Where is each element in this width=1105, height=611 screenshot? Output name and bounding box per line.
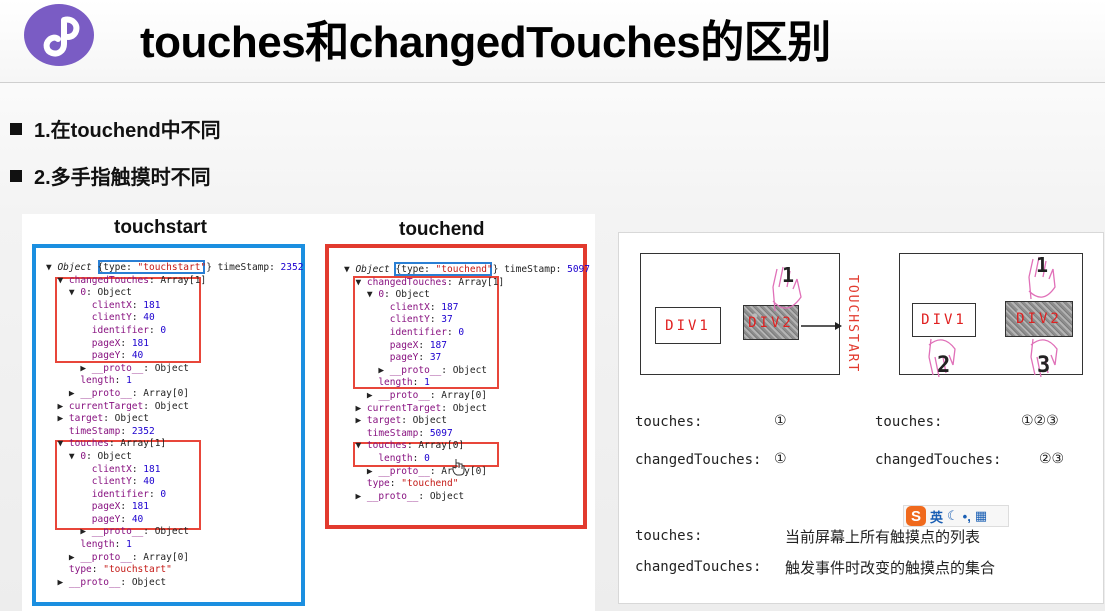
console-line: ▶ __proto__: Object bbox=[344, 490, 465, 502]
console-line: identifier: 0 bbox=[389, 326, 465, 338]
console-line: ▼ changedTouches: Array[1] bbox=[344, 276, 505, 288]
console-line: ▶ target: Object bbox=[344, 415, 447, 427]
definition-changedtouches-text: 触发事件时改变的触摸点的集合 bbox=[785, 560, 996, 577]
grid-menu-icon[interactable]: ▦ bbox=[975, 508, 987, 524]
console-line: ▶ __proto__: Array[0] bbox=[46, 551, 190, 563]
console-line: length: 0 bbox=[378, 452, 430, 464]
page-title: touches和changedTouches的区别 bbox=[140, 18, 831, 67]
console-line: ▼ touches: Array[1] bbox=[46, 438, 167, 450]
console-line: ▶ __proto__: Object bbox=[46, 576, 167, 588]
slide-header: touches和changedTouches的区别 bbox=[0, 0, 1105, 82]
changedtouches-label: changedTouches: bbox=[875, 452, 1002, 468]
console-line: pageX: 181 bbox=[91, 501, 149, 513]
finger-number: 3 bbox=[1037, 353, 1051, 378]
touches-label: touches: bbox=[635, 414, 703, 430]
finger-number: 1 bbox=[1036, 253, 1049, 277]
mini-program-logo-icon bbox=[24, 4, 94, 66]
touches-value: ①②③ bbox=[1021, 413, 1059, 429]
console-line: ▶ currentTarget: Object bbox=[344, 402, 488, 414]
console-line: timeStamp: 5097 bbox=[366, 427, 453, 439]
console-line: ▶ __proto__: Array[0] bbox=[344, 389, 488, 401]
touchstart-console-output: ▼ Object {type: "touchstart"} timeStamp:… bbox=[46, 262, 303, 589]
finger-number: 1 bbox=[782, 263, 795, 287]
bullet-text: 1.在touchend中不同 bbox=[34, 120, 221, 142]
console-line: ▶ __proto__: Array[0] bbox=[46, 387, 190, 399]
definition-changedtouches-label: changedTouches: bbox=[635, 559, 762, 575]
bullet-square-icon bbox=[10, 122, 22, 135]
console-line: clientY: 37 bbox=[389, 314, 453, 326]
punctuation-icon[interactable]: •, bbox=[963, 509, 971, 524]
console-line: clientX: 181 bbox=[91, 463, 161, 475]
console-line: ▼ Object {type: "touchstart"} timeStamp:… bbox=[46, 262, 304, 273]
console-line: ▼ 0: Object bbox=[46, 287, 132, 299]
ime-language-toggle[interactable]: 英 bbox=[930, 507, 943, 526]
touchend-console-output: ▼ Object {type: "touchend"} timeStamp: 5… bbox=[344, 264, 590, 503]
console-line: pageY: 37 bbox=[389, 352, 442, 364]
moon-icon[interactable]: ☾ bbox=[947, 508, 959, 524]
console-line: timeStamp: 2352 bbox=[68, 425, 155, 437]
console-line: identifier: 0 bbox=[91, 488, 167, 500]
console-line: ▼ changedTouches: Array[1] bbox=[46, 274, 207, 286]
console-line: pageX: 181 bbox=[91, 337, 149, 349]
touches-label: touches: bbox=[875, 414, 943, 430]
bullet-item: 1.在touchend中不同 bbox=[10, 114, 221, 143]
console-line: ▶ __proto__: Object bbox=[46, 362, 190, 374]
div1-box: DIV1 bbox=[912, 303, 976, 337]
arrow-right-icon bbox=[801, 322, 842, 330]
div1-box: DIV1 bbox=[655, 307, 721, 344]
console-line: identifier: 0 bbox=[91, 324, 167, 336]
console-line: ▶ __proto__: Object bbox=[46, 526, 190, 538]
touchstart-vertical-label: TOUCHSTART bbox=[845, 275, 860, 374]
console-line: length: 1 bbox=[80, 375, 132, 387]
console-line: ▶ __proto__: Object bbox=[344, 364, 488, 376]
console-line: ▶ currentTarget: Object bbox=[46, 400, 190, 412]
header-divider bbox=[0, 82, 1105, 83]
changedtouches-label: changedTouches: bbox=[635, 452, 762, 468]
console-line: clientY: 40 bbox=[91, 476, 155, 488]
console-line: ▶ __proto__: Array[0] bbox=[344, 465, 487, 477]
definition-touches-label: touches: bbox=[635, 528, 703, 544]
definition-touches-text: 当前屏幕上所有触摸点的列表 bbox=[785, 529, 981, 546]
bullet-item: 2.多手指触摸时不同 bbox=[10, 161, 211, 190]
console-line: ▼ 0: Object bbox=[344, 289, 430, 301]
console-line: ▼ Object {type: "touchend"} timeStamp: 5… bbox=[344, 264, 590, 275]
console-line: ▼ 0: Object bbox=[46, 450, 132, 462]
console-screenshot-panel: touchstart touchend ▼ Object {type: "tou… bbox=[22, 214, 595, 611]
touches-value: ① bbox=[774, 413, 787, 429]
console-line: length: 1 bbox=[80, 539, 132, 551]
changedtouches-value: ②③ bbox=[1039, 451, 1065, 467]
bullet-square-icon bbox=[10, 169, 22, 182]
console-line: ▼ touches: Array[0] bbox=[344, 440, 465, 452]
console-line: clientY: 40 bbox=[91, 312, 155, 324]
finger-number: 2 bbox=[937, 353, 951, 378]
console-line: pageX: 187 bbox=[389, 339, 447, 351]
bullet-text: 2.多手指触摸时不同 bbox=[34, 167, 211, 189]
console-line: ▶ target: Object bbox=[46, 413, 149, 425]
touchend-title: touchend bbox=[399, 219, 485, 240]
console-line: length: 1 bbox=[378, 377, 430, 389]
console-line: type: "touchstart" bbox=[68, 564, 172, 576]
console-line: pageY: 40 bbox=[91, 513, 144, 525]
console-line: pageY: 40 bbox=[91, 350, 144, 362]
console-line: clientX: 187 bbox=[389, 301, 459, 313]
touchstart-title: touchstart bbox=[114, 217, 207, 238]
hand-cursor-icon bbox=[452, 459, 465, 476]
sogou-ime-icon[interactable]: S bbox=[906, 506, 926, 526]
div2-box: DIV2 bbox=[1005, 301, 1073, 337]
console-line: clientX: 181 bbox=[91, 299, 161, 311]
sogou-ime-toolbar[interactable]: S 英 ☾ •, ▦ bbox=[903, 505, 1009, 527]
touch-diagram-panel: DIV1 DIV2 TOUCHSTART 1 DIV1 DIV2 1 2 3 t… bbox=[618, 232, 1104, 604]
console-line: type: "touchend" bbox=[366, 478, 459, 490]
changedtouches-value: ① bbox=[774, 451, 787, 467]
